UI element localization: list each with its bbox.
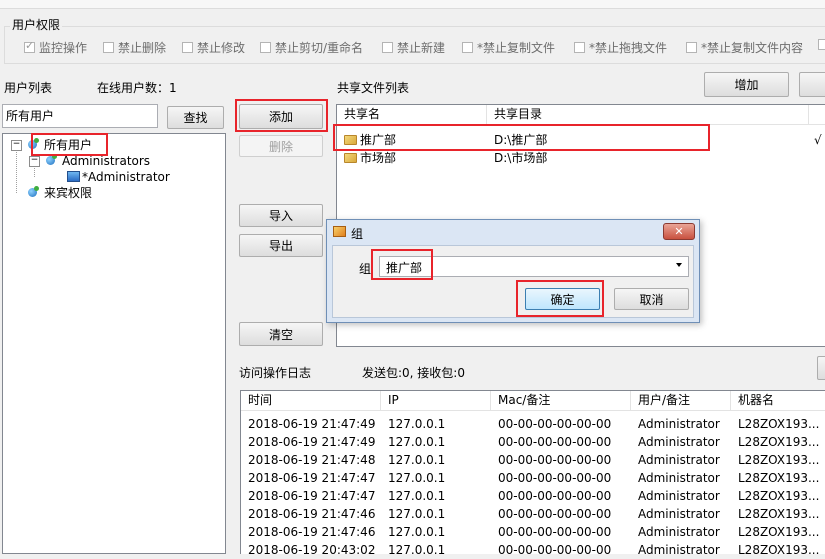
perm-no-drag-file-checkbox[interactable]: *禁止拖拽文件	[574, 39, 667, 56]
delete-button[interactable]: 删除	[239, 135, 323, 157]
check-mark: √	[814, 133, 822, 147]
share-header-name[interactable]: 共享名	[337, 105, 487, 125]
dialog-titlebar: 组 ✕	[327, 220, 699, 244]
online-count: 在线用户数：1	[97, 81, 177, 95]
log-row[interactable]: 2018-06-19 21:47:46 127.0.0.1 00-00-00-00-…	[241, 523, 825, 541]
dialog-app-icon	[333, 226, 346, 237]
checkbox-icon	[574, 42, 585, 53]
log-row[interactable]: 2018-06-19 20:43:02 127.0.0.1 00-00-00-00-…	[241, 541, 825, 559]
dialog-body: 组 推广部 确定 取消	[332, 245, 694, 318]
log-header-time[interactable]: 时间	[241, 391, 381, 411]
folder-icon	[344, 153, 357, 163]
group-globe-icon	[46, 154, 59, 166]
perm-extra-checkbox[interactable]	[818, 39, 825, 50]
checkbox-icon	[182, 42, 193, 53]
checkbox-icon	[382, 42, 393, 53]
group-globe-icon	[28, 138, 41, 150]
log-title: 访问操作日志	[239, 366, 312, 380]
log-row[interactable]: 2018-06-19 21:47:49 127.0.0.1 00-00-00-00-…	[241, 415, 825, 433]
log-header-machine[interactable]: 机器名	[731, 391, 825, 411]
log-header-ip[interactable]: IP	[381, 391, 491, 411]
log-table[interactable]: 时间 IP Mac/备注 用户/备注 机器名 2018-06-19 21:47:…	[240, 390, 825, 557]
perm-no-cut-rename-checkbox[interactable]: 禁止剪切/重命名	[260, 39, 363, 56]
checkbox-icon	[260, 42, 271, 53]
user-list-title: 用户列表	[4, 81, 53, 95]
chevron-down-icon	[676, 263, 682, 267]
share-header-extra[interactable]	[809, 105, 825, 125]
cancel-button[interactable]: 取消	[614, 288, 689, 310]
top-strip	[0, 0, 825, 9]
expand-minus-icon[interactable]: −	[29, 156, 40, 167]
log-side-button[interactable]	[817, 356, 825, 380]
share-list-title: 共享文件列表	[337, 81, 410, 95]
share-row[interactable]: 市场部 D:\市场部	[337, 149, 825, 167]
export-button[interactable]: 导出	[239, 234, 323, 257]
checkbox-icon	[686, 42, 697, 53]
log-row[interactable]: 2018-06-19 21:47:48 127.0.0.1 00-00-00-00-…	[241, 451, 825, 469]
log-stats: 发送包:0, 接收包:0	[362, 366, 465, 380]
close-icon[interactable]: ✕	[663, 223, 695, 240]
group-field-label: 组	[359, 262, 372, 276]
group-globe-icon	[28, 186, 41, 198]
group-select[interactable]: 推广部	[379, 256, 689, 277]
tree-item-guest[interactable]: 来宾权限	[28, 184, 92, 202]
permissions-title: 用户权限	[10, 16, 63, 33]
search-button[interactable]: 查找	[167, 106, 224, 129]
user-tree[interactable]: − − 所有用户 Administrators *Administrator 来…	[2, 133, 226, 554]
ok-button[interactable]: 确定	[525, 288, 600, 310]
log-row[interactable]: 2018-06-19 21:47:47 127.0.0.1 00-00-00-00-…	[241, 469, 825, 487]
perm-no-create-checkbox[interactable]: 禁止新建	[382, 39, 445, 56]
clear-button[interactable]: 清空	[239, 322, 323, 346]
share-header-path[interactable]: 共享目录	[487, 105, 809, 125]
checkbox-icon	[462, 42, 473, 53]
computer-icon	[67, 171, 80, 182]
group-dialog: 组 ✕ 组 推广部 确定 取消	[326, 219, 700, 323]
tree-lines	[16, 145, 18, 193]
log-row[interactable]: 2018-06-19 21:47:46 127.0.0.1 00-00-00-00-…	[241, 505, 825, 523]
dialog-title: 组	[351, 227, 364, 241]
share-add-button[interactable]: 增加	[704, 72, 789, 97]
log-row[interactable]: 2018-06-19 21:47:49 127.0.0.1 00-00-00-00-…	[241, 433, 825, 451]
perm-no-modify-checkbox[interactable]: 禁止修改	[182, 39, 245, 56]
log-header-mac[interactable]: Mac/备注	[491, 391, 631, 411]
perm-monitor-checkbox[interactable]: 监控操作	[24, 39, 87, 56]
expand-minus-icon[interactable]: −	[11, 140, 22, 151]
add-button[interactable]: 添加	[239, 104, 323, 129]
perm-no-delete-checkbox[interactable]: 禁止删除	[103, 39, 166, 56]
checkbox-checked-icon	[24, 39, 35, 53]
checkbox-icon	[818, 39, 825, 50]
import-button[interactable]: 导入	[239, 204, 323, 227]
log-header-user[interactable]: 用户/备注	[631, 391, 731, 411]
perm-no-copy-file-checkbox[interactable]: *禁止复制文件	[462, 39, 555, 56]
log-row[interactable]: 2018-06-19 21:47:47 127.0.0.1 00-00-00-00-…	[241, 487, 825, 505]
user-search-input[interactable]: 所有用户	[2, 104, 158, 128]
share-second-button[interactable]	[799, 72, 825, 97]
checkbox-icon	[103, 42, 114, 53]
folder-icon	[344, 135, 357, 145]
share-row[interactable]: 推广部 D:\推广部 √	[337, 131, 825, 149]
perm-no-copy-content-checkbox[interactable]: *禁止复制文件内容	[686, 39, 803, 56]
